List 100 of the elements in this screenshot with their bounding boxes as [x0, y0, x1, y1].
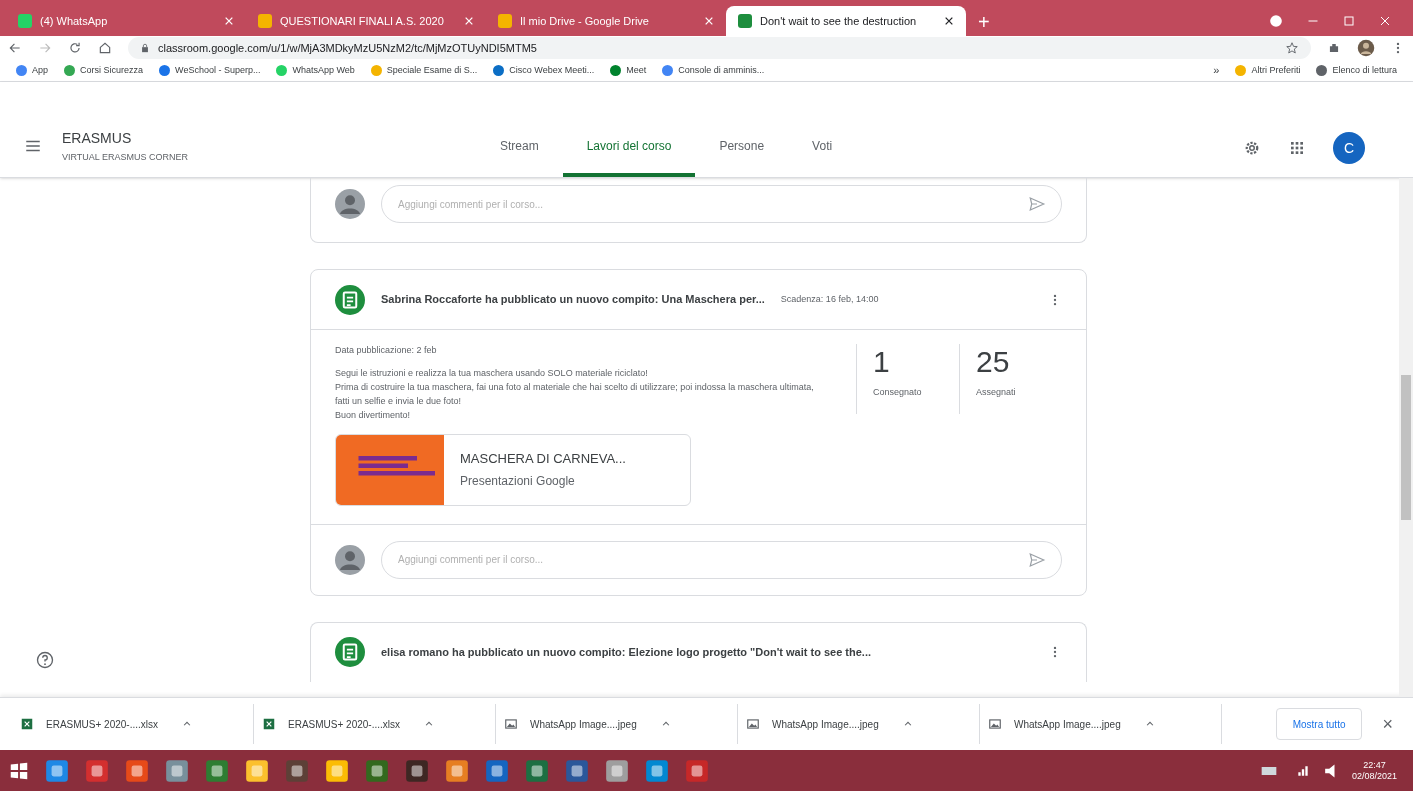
app-icon[interactable]: [204, 757, 230, 784]
app-icon[interactable]: [684, 757, 710, 784]
app-icon[interactable]: [404, 757, 430, 784]
help-icon[interactable]: [36, 651, 54, 669]
bookmark-label: Meet: [626, 63, 647, 77]
nav-tab[interactable]: Stream: [476, 119, 563, 177]
chevron-up-icon[interactable]: [660, 719, 671, 729]
bookmark-item[interactable]: Speciale Esame di S...: [370, 63, 478, 78]
bookmark-item[interactable]: Console di amminis...: [662, 63, 765, 78]
nav-tab[interactable]: Lavori del corso: [562, 119, 696, 177]
user-avatar[interactable]: C: [1333, 132, 1365, 164]
send-icon[interactable]: [1028, 550, 1046, 569]
new-tab-button[interactable]: +: [978, 12, 990, 32]
more-bookmarks-button[interactable]: »: [1213, 62, 1220, 79]
apps-grid-icon[interactable]: [1289, 140, 1305, 156]
attachment-type: Presentazioni Google: [460, 473, 576, 491]
address-field[interactable]: classroom.google.com/u/1/w/MjA3MDkyMzU5NzM2/tc/MjMzOTUyNDI5MTM5: [128, 37, 1311, 59]
bookmark-label: Corsi Sicurezza: [80, 63, 144, 77]
user-avatar-icon: [335, 189, 365, 219]
attachment-title: MASCHERA DI CARNEVA...: [460, 449, 626, 468]
close-icon[interactable]: [944, 16, 954, 26]
app-icon[interactable]: [364, 757, 390, 784]
comment-field[interactable]: Aggiungi commenti per il corso...: [381, 540, 1062, 579]
app-icon[interactable]: [164, 757, 190, 784]
bookmark-item[interactable]: WhatsApp Web: [276, 63, 355, 78]
assignment-description: Segui le istruzioni e realizza la tua maschera usando SOLO materiale riciclato! Prima di costruire la tua maschera, fai una foto al materiale che hai scelto di utilizzare; poi indossa la maschera ultimata, fatti un selfie e invia le due foto! Buon divertimento!: [335, 366, 815, 422]
spreadsheet-icon: [20, 717, 34, 731]
class-subtitle: VIRTUAL ERASMUS CORNER: [62, 150, 189, 164]
spreadsheet-icon: [262, 717, 276, 731]
download-item[interactable]: ERASMUS+ 2020-....xlsx: [12, 704, 254, 744]
chevron-up-icon[interactable]: [902, 719, 913, 729]
bookmark-item[interactable]: Corsi Sicurezza: [64, 63, 144, 78]
bookmark-label: Speciale Esame di S...: [386, 63, 478, 77]
nav-tab[interactable]: Voti: [788, 119, 857, 177]
download-item[interactable]: ERASMUS+ 2020-....xlsx: [254, 704, 496, 744]
browser-tab[interactable]: Il mio Drive - Google Drive: [486, 6, 726, 36]
app-icon[interactable]: [244, 757, 270, 784]
bookmark-label: Cisco Webex Meeti...: [509, 63, 595, 77]
file-name: WhatsApp Image....jpeg: [530, 717, 637, 732]
file-name: WhatsApp Image....jpeg: [1014, 717, 1121, 732]
close-button[interactable]: ×: [1382, 710, 1393, 738]
image-file-icon: [746, 717, 760, 731]
app-icon[interactable]: [124, 757, 150, 784]
bookmark-label: WhatsApp Web: [292, 63, 355, 77]
extensions-icon[interactable]: [1327, 41, 1341, 55]
download-item[interactable]: WhatsApp Image....jpeg: [496, 704, 738, 744]
avatar-icon[interactable]: [1357, 39, 1375, 57]
bookmark-item[interactable]: WeSchool - Superp...: [159, 63, 261, 78]
back-icon[interactable]: [8, 41, 22, 55]
tab-title: (4) WhatsApp: [40, 13, 109, 29]
app-icon[interactable]: [604, 757, 630, 784]
stat-label: Assegnati: [976, 386, 1017, 399]
app-icon[interactable]: [644, 757, 670, 784]
bookmark-label: Altri Preferiti: [1251, 63, 1301, 77]
browser-tab[interactable]: Don't wait to see the destruction: [726, 6, 966, 36]
bookmark-item[interactable]: Meet: [610, 63, 647, 78]
attachment-card[interactable]: MASCHERA DI CARNEVA... Presentazioni Google: [335, 433, 691, 506]
image-file-icon: [988, 717, 1002, 731]
chevron-up-icon[interactable]: [182, 719, 192, 729]
clock-time: 22:47: [1363, 759, 1386, 771]
publish-date: Data pubblicazione: 2 feb: [335, 344, 438, 357]
due-date: Scadenza: 16 feb, 14:00: [780, 292, 879, 306]
send-icon[interactable]: [1028, 195, 1046, 213]
tab-title: Don't wait to see the destruction: [760, 13, 918, 29]
app-icon[interactable]: [84, 757, 110, 784]
scrollbar[interactable]: [1399, 178, 1413, 697]
profile-icon[interactable]: [1269, 14, 1283, 28]
bookmark-label: Elenco di lettura: [1332, 63, 1397, 77]
browser-tab[interactable]: QUESTIONARI FINALI A.S. 2020: [246, 6, 486, 36]
chevron-up-icon[interactable]: [424, 719, 434, 729]
comment-field[interactable]: Aggiungi commenti per il corso...: [381, 185, 1062, 223]
download-item[interactable]: WhatsApp Image....jpeg: [738, 704, 980, 744]
file-name: ERASMUS+ 2020-....xlsx: [288, 717, 400, 732]
browser-tab[interactable]: (4) WhatsApp: [6, 6, 246, 36]
image-file-icon: [504, 717, 518, 731]
app-icon[interactable]: [324, 757, 350, 784]
star-icon[interactable]: [1285, 41, 1299, 55]
app-icon[interactable]: [444, 757, 470, 784]
bookmark-item[interactable]: Elenco di lettura: [1316, 63, 1397, 78]
settings-icon[interactable]: [1243, 139, 1261, 157]
home-icon[interactable]: [98, 41, 112, 55]
volume-icon: [1323, 763, 1338, 778]
app-icon[interactable]: [524, 757, 550, 784]
app-icon[interactable]: [484, 757, 510, 784]
chevron-up-icon[interactable]: [1144, 719, 1155, 729]
nav-tab[interactable]: Persone: [695, 119, 789, 177]
file-name: ERASMUS+ 2020-....xlsx: [46, 717, 158, 732]
assignment-icon: [335, 284, 365, 315]
stat-value: 1: [873, 344, 891, 380]
show-all-button[interactable]: Mostra tutto: [1275, 708, 1363, 740]
app-icon[interactable]: [284, 757, 310, 784]
assignment-title: Sabrina Roccaforte ha pubblicato un nuovo compito: Una Maschera per...: [381, 292, 765, 308]
app-icon[interactable]: [44, 757, 70, 784]
bookmark-item[interactable]: Altri Preferiti: [1235, 63, 1301, 78]
bookmark-item[interactable]: App: [16, 63, 48, 78]
reload-icon[interactable]: [68, 41, 82, 55]
maximize-icon[interactable]: [1343, 15, 1355, 27]
bookmark-item[interactable]: Cisco Webex Meeti...: [493, 63, 595, 78]
download-item[interactable]: WhatsApp Image....jpeg: [980, 704, 1222, 744]
app-icon[interactable]: [564, 757, 590, 784]
